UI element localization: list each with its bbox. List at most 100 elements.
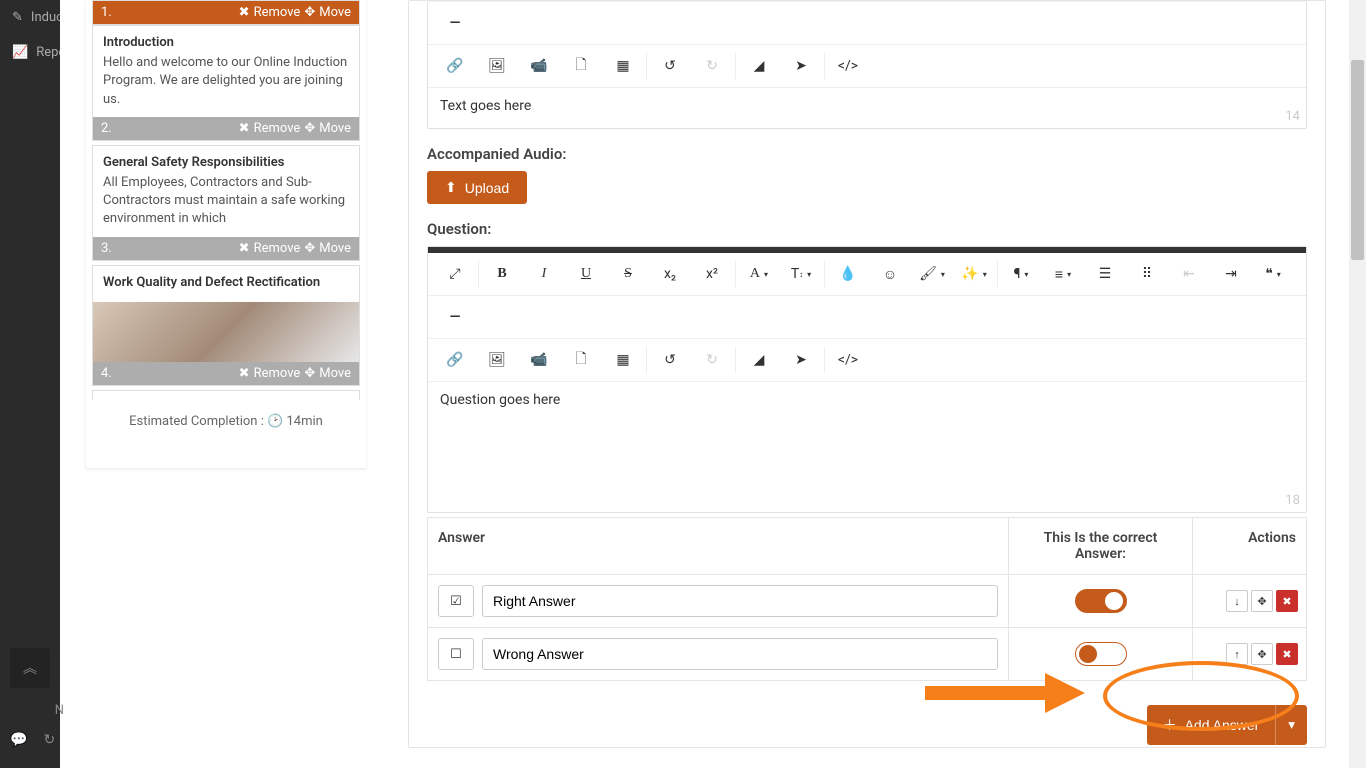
video-icon[interactable]: 📹 [518,343,560,377]
scrollbar-thumb[interactable] [1351,60,1364,260]
move-button[interactable]: ✥ Move [304,241,351,256]
code-icon[interactable]: </> [827,49,869,83]
editor-toolbar-extra: — [428,296,1306,339]
unordered-list-icon[interactable]: ⠿ [1126,257,1168,291]
strikethrough-icon[interactable]: S [607,257,649,291]
font-size-button[interactable]: T↕ [780,257,822,291]
step-card-5[interactable]: Acceptable Standards of Behaviour [92,390,360,400]
redo-icon[interactable]: ↻ [691,343,733,377]
brush-icon[interactable]: 🖌 [911,257,953,291]
editor-text: Text goes here [440,98,531,114]
file-icon[interactable]: 🗋 [560,343,602,377]
remove-button[interactable]: ✖ Remove [239,366,301,381]
drag-button[interactable]: ✥ [1251,590,1273,612]
step-number: 4. [101,366,112,381]
steps-scroll[interactable]: 1. ✖ Remove ✥ Move Introduction Hello an… [86,0,366,400]
redo-icon[interactable]: ↻ [691,49,733,83]
editor-toolbar-extra: — [428,1,1306,45]
video-icon[interactable]: 📹 [518,49,560,83]
refresh-icon[interactable]: ↻ [43,732,55,748]
delete-button[interactable]: ✖ [1276,643,1298,665]
correct-toggle[interactable] [1075,642,1127,666]
back-to-top-button[interactable]: ︽ [10,648,50,688]
editor-body[interactable]: Text goes here 14 [428,88,1306,128]
minus-icon[interactable]: — [434,6,476,40]
eraser-icon[interactable]: ◢ [738,49,780,83]
question-label: Question: [427,220,1307,238]
align-icon[interactable]: ≡ [1042,257,1084,291]
move-down-button[interactable]: ↓ [1226,590,1248,612]
fullscreen-icon[interactable]: ⤢ [434,257,476,291]
upload-button[interactable]: ⬆ Upload [427,171,527,204]
double-chevron-up-icon: ︽ [23,658,37,678]
header-correct: This Is the correct Answer: [1008,518,1192,574]
char-counter: 18 [1285,493,1300,508]
step-card-4[interactable]: Work Quality and Defect Rectification 4.… [92,265,360,386]
magic-icon[interactable]: ✨ [953,257,995,291]
answer-input[interactable] [482,585,998,617]
cursor-icon[interactable]: ➤ [780,49,822,83]
step-bar: 1. ✖ Remove ✥ Move [93,1,359,24]
italic-icon[interactable]: I [523,257,565,291]
remove-button[interactable]: ✖ Remove [239,121,301,136]
step-number: 1. [101,5,112,20]
step-card-1[interactable]: 1. ✖ Remove ✥ Move [92,0,360,25]
undo-icon[interactable]: ↺ [649,343,691,377]
underline-icon[interactable]: U [565,257,607,291]
delete-button[interactable]: ✖ [1276,590,1298,612]
page-scrollbar[interactable] [1349,0,1366,768]
step-card-3[interactable]: General Safety Responsibilities All Empl… [92,145,360,261]
indent-icon[interactable]: ⇥ [1210,257,1252,291]
nav-label: Induct [31,10,60,25]
emoji-icon[interactable]: ☺ [869,257,911,291]
main-content: — 🔗 🖼 📹 🗋 ▦ ↺ ↻ ◢ ➤ </> Text goes here 1… [408,0,1326,748]
minus-icon[interactable]: — [434,300,476,334]
move-up-button[interactable]: ↑ [1226,643,1248,665]
editor-body[interactable]: Question goes here 18 [428,382,1306,512]
add-answer-dropdown[interactable]: ▾ [1275,705,1307,745]
move-label: Move [319,5,351,20]
code-icon[interactable]: </> [827,343,869,377]
link-icon[interactable]: 🔗 [434,49,476,83]
move-button[interactable]: ✥ Move [304,366,351,381]
question-editor: ⤢ B I U S x₂ x² A T↕ 💧 ☺ 🖌 ✨ ¶ ≡ ☰ [427,246,1307,513]
answer-input[interactable] [482,638,998,670]
upload-icon: ⬆ [445,179,457,196]
undo-icon[interactable]: ↺ [649,49,691,83]
answer-checkbox[interactable]: ☐ [438,638,474,670]
nav-label: Reports [36,45,60,60]
text-color-icon[interactable]: 💧 [827,257,869,291]
table-icon[interactable]: ▦ [602,343,644,377]
superscript-icon[interactable]: x² [691,257,733,291]
remove-button[interactable]: ✖ Remove [239,5,301,20]
font-family-button[interactable]: A [738,257,780,291]
ordered-list-icon[interactable]: ☰ [1084,257,1126,291]
bold-icon[interactable]: B [481,257,523,291]
editor-toolbar-media: 🔗 🖼 📹 🗋 ▦ ↺ ↻ ◢ ➤ </> [428,339,1306,382]
eraser-icon[interactable]: ◢ [738,343,780,377]
paragraph-icon[interactable]: ¶ [1000,257,1042,291]
step-thumbnail-image [93,302,359,362]
add-answer-button[interactable]: ＋ Add Answer [1147,705,1276,745]
quote-icon[interactable]: ❝ [1252,257,1294,291]
image-icon[interactable]: 🖼 [476,343,518,377]
move-button[interactable]: ✥ Move [304,5,351,20]
move-button[interactable]: ✥ Move [304,121,351,136]
file-icon[interactable]: 🗋 [560,49,602,83]
answer-checkbox[interactable]: ☑ [438,585,474,617]
table-icon[interactable]: ▦ [602,49,644,83]
link-icon[interactable]: 🔗 [434,343,476,377]
chat-icon[interactable]: 💬 [10,732,27,748]
answer-row: ☑ ↓ ✥ ✖ [428,575,1306,628]
outdent-icon[interactable]: ⇤ [1168,257,1210,291]
correct-toggle[interactable] [1075,589,1127,613]
remove-button[interactable]: ✖ Remove [239,241,301,256]
subscript-icon[interactable]: x₂ [649,257,691,291]
clock-icon: 🕑 [267,414,286,429]
image-icon[interactable]: 🖼 [476,49,518,83]
drag-button[interactable]: ✥ [1251,643,1273,665]
cursor-icon[interactable]: ➤ [780,343,822,377]
nav-item-induct[interactable]: ✎ Induct [0,0,60,35]
nav-item-reports[interactable]: 📈 Reports [0,35,60,70]
step-card-2[interactable]: Introduction Hello and welcome to our On… [92,25,360,141]
